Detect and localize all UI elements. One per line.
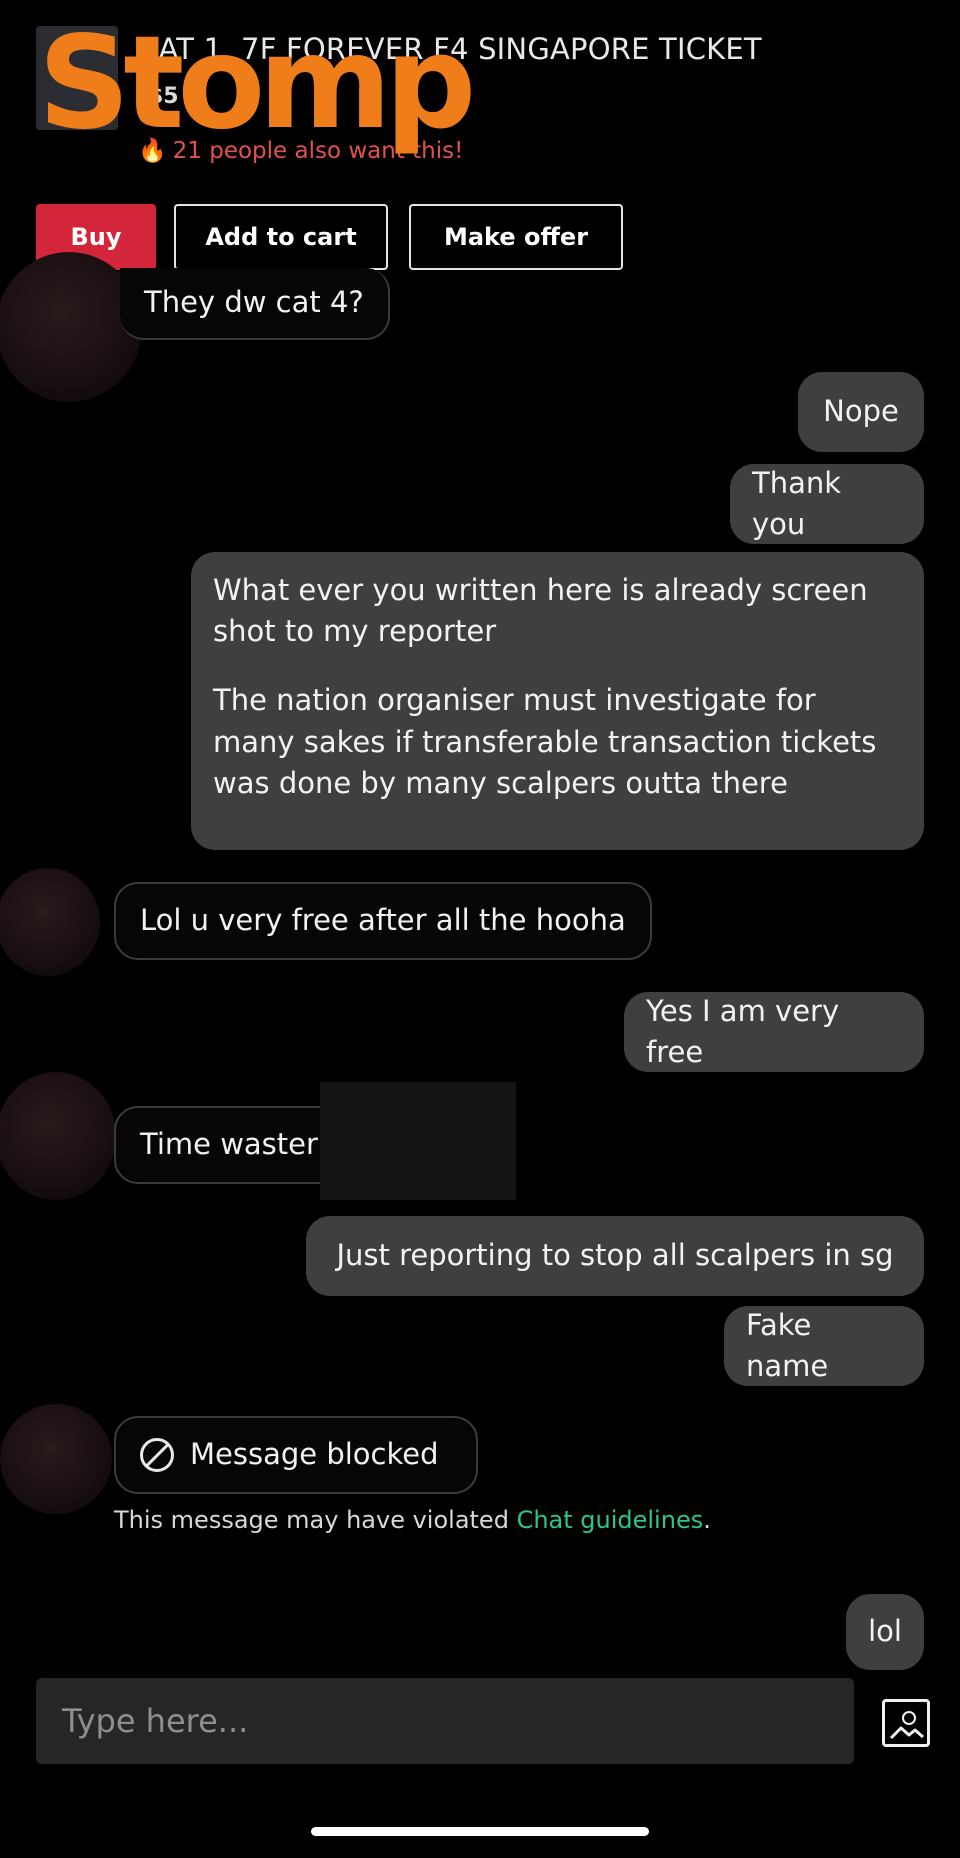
sent-message-long: What ever you written here is already sc… [191, 552, 924, 850]
message-paragraph: The nation organiser must investigate fo… [213, 683, 877, 800]
avatar[interactable] [0, 1072, 116, 1200]
sent-message: Yes I am very free [624, 992, 924, 1072]
received-message: They dw cat 4? [120, 268, 390, 340]
message-paragraph: What ever you written here is already sc… [213, 573, 868, 649]
message-input[interactable]: Type here... [36, 1678, 854, 1764]
add-to-cart-button[interactable]: Add to cart [174, 204, 388, 270]
sent-message: Thank you [730, 464, 924, 544]
home-indicator[interactable] [311, 1827, 649, 1836]
make-offer-button[interactable]: Make offer [409, 204, 623, 270]
avatar[interactable] [0, 1404, 112, 1514]
redaction-box [320, 1082, 516, 1200]
block-icon [140, 1438, 174, 1472]
guideline-notice: This message may have violated Chat guid… [114, 1506, 711, 1534]
sent-message: Nope [798, 372, 924, 452]
sent-message: Fake name [724, 1306, 924, 1386]
blocked-label: Message blocked [190, 1437, 439, 1472]
received-message: Lol u very free after all the hooha [114, 882, 652, 960]
stomp-watermark: Stomp [38, 9, 476, 158]
chat-guidelines-link[interactable]: Chat guidelines [517, 1506, 704, 1534]
blocked-message: Message blocked [114, 1416, 478, 1494]
notice-text: This message may have violated [114, 1506, 517, 1534]
notice-suffix: . [703, 1506, 711, 1534]
image-icon-mountain [889, 1726, 924, 1740]
sent-message: lol [846, 1594, 924, 1670]
sent-message: Just reporting to stop all scalpers in s… [306, 1216, 924, 1296]
avatar[interactable] [0, 868, 100, 976]
image-icon[interactable] [882, 1699, 930, 1747]
